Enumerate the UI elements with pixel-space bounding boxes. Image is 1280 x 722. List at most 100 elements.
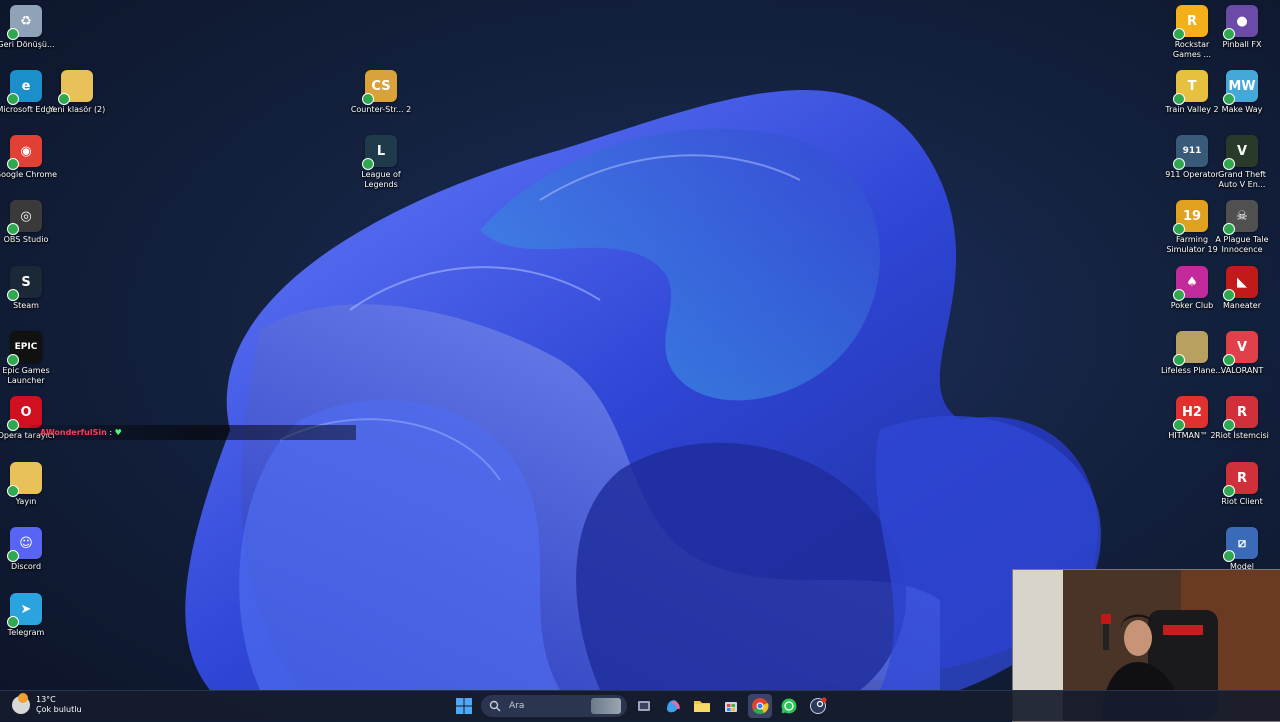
sync-status-icon (1223, 419, 1235, 431)
weather-temperature: 13°C (36, 695, 56, 704)
desktop-icon-steam[interactable]: S Steam (0, 266, 54, 311)
sync-status-icon (1173, 158, 1185, 170)
search-placeholder: Ara (509, 701, 525, 711)
desktop-icon-label: League of Legends (361, 170, 401, 189)
sync-status-icon (7, 485, 19, 497)
store-icon (725, 702, 737, 712)
desktop-icon-riot-istemcisi[interactable]: R Riot İstemcisi (1214, 396, 1270, 441)
desktop-icon-label: Grand Theft Auto V En... (1218, 170, 1266, 189)
sync-status-icon (1223, 223, 1235, 235)
desktop-icon-epic-games[interactable]: EPIC Epic Games Launcher (0, 331, 54, 386)
desktop-icon-make-way[interactable]: MW Make Way (1214, 70, 1270, 115)
sync-status-icon (1223, 28, 1235, 40)
desktop-icon-label: Make Way (1221, 105, 1263, 114)
league-of-legends-icon: L (362, 135, 397, 170)
whatsapp-button[interactable] (777, 694, 801, 718)
desktop-icon-label: Google Chrome (0, 170, 58, 179)
desktop-icon-telegram[interactable]: ➤ Telegram (0, 593, 54, 638)
epic-games-icon: EPIC (7, 331, 42, 366)
desktop-icon-rockstar[interactable]: R Rockstar Games ... (1164, 5, 1220, 60)
desktop-icon-label: A Plague Tale Innocence (1215, 235, 1269, 254)
sync-status-icon (7, 616, 19, 628)
sync-status-icon (7, 28, 19, 40)
counter-strike-icon: CS (362, 70, 397, 105)
pinball-fx-icon: ● (1223, 5, 1258, 40)
desktop-icon-label: Maneater (1222, 301, 1262, 310)
steam-taskbar-button[interactable] (806, 694, 830, 718)
chat-separator: : (109, 428, 113, 437)
desktop-icon-new-folder[interactable]: Yeni klasör (2) (49, 70, 105, 115)
start-button[interactable] (452, 694, 476, 718)
sync-status-icon (7, 289, 19, 301)
discord-icon: ☺ (7, 527, 42, 562)
desktop-icon-obs-studio[interactable]: ◎ OBS Studio (0, 200, 54, 245)
desktop-icon-label: Steam (13, 301, 39, 310)
whatsapp-icon (781, 698, 797, 714)
farming-sim-icon: 19 (1173, 200, 1208, 235)
task-view-button[interactable] (632, 694, 656, 718)
desktop-icon-label: Riot Client (1221, 497, 1263, 506)
desktop-icon-riot-client[interactable]: R Riot Client (1214, 462, 1270, 507)
desktop-icon-label: Geri Dönüşü... (0, 40, 55, 49)
desktop-icon-label: Pinball FX (1222, 40, 1262, 49)
sync-status-icon (1223, 158, 1235, 170)
google-chrome-icon: ◉ (7, 135, 42, 170)
sync-status-icon (1223, 354, 1235, 366)
sync-status-icon (1223, 485, 1235, 497)
desktop-icon-valorant[interactable]: V VALORANT (1214, 331, 1270, 376)
chrome-icon (752, 698, 769, 715)
folder-icon (694, 701, 710, 712)
desktop-icon-label: Riot İstemcisi (1215, 431, 1269, 440)
make-way-icon: MW (1223, 70, 1258, 105)
poker-club-icon: ♠ (1173, 266, 1208, 301)
opera-icon: O (7, 396, 42, 431)
sync-status-icon (1173, 289, 1185, 301)
desktop-icon-discord[interactable]: ☺ Discord (0, 527, 54, 572)
gta-v-icon: V (1223, 135, 1258, 170)
desktop-icon-gta-v[interactable]: V Grand Theft Auto V En... (1214, 135, 1270, 190)
desktop-icon-label: Counter-Str... 2 (350, 105, 412, 114)
desktop-icon-recycle-bin[interactable]: ♻ Geri Dönüşü... (0, 5, 55, 50)
sync-status-icon (1173, 93, 1185, 105)
stream-chat-overlay: AWonderfulSin : ♥ (30, 425, 356, 440)
maneater-icon: ◣ (1223, 266, 1258, 301)
recycle-bin-icon: ♻ (7, 5, 42, 40)
search-highlight-image (591, 698, 621, 714)
911-operator-icon: 911 (1173, 135, 1208, 170)
file-explorer-button[interactable] (690, 694, 714, 718)
sync-status-icon (7, 550, 19, 562)
windows-icon (456, 698, 472, 714)
sync-status-icon (1223, 289, 1235, 301)
desktop-icon-plague-tale[interactable]: ☠ A Plague Tale Innocence (1214, 200, 1270, 255)
desktop-icon-yayin-folder[interactable]: Yayın (0, 462, 54, 507)
desktop-icon-maneater[interactable]: ◣ Maneater (1214, 266, 1270, 311)
riot-istemcisi-icon: R (1223, 396, 1258, 431)
desktop-icon-counter-strike[interactable]: CS Counter-Str... 2 (351, 70, 411, 115)
weather-widget[interactable]: 13°C Çok bulutlu (12, 693, 82, 715)
task-view-icon (638, 701, 650, 711)
weather-description: Çok bulutlu (36, 705, 82, 714)
microsoft-edge-icon: e (7, 70, 42, 105)
desktop-icon-label: Yayın (15, 497, 37, 506)
sync-status-icon (7, 419, 19, 431)
desktop-icon-label: VALORANT (1220, 366, 1264, 375)
sync-status-icon (362, 158, 374, 170)
chat-username: AWonderfulSin (40, 428, 107, 437)
yayin-folder-icon (7, 462, 42, 497)
store-button[interactable] (719, 694, 743, 718)
copilot-button[interactable] (661, 694, 685, 718)
desktop-icon-label: Yeni klasör (2) (48, 105, 106, 114)
chrome-button[interactable] (748, 694, 772, 718)
sync-status-icon (7, 93, 19, 105)
taskbar-search[interactable]: Ara (481, 695, 627, 717)
plague-tale-icon: ☠ (1223, 200, 1258, 235)
desktop-icon-model[interactable]: ⧄ Model (1214, 527, 1270, 572)
cloudy-weather-icon (12, 693, 30, 714)
desktop-icon-google-chrome[interactable]: ◉ Google Chrome (0, 135, 57, 180)
sync-status-icon (1223, 93, 1235, 105)
obs-studio-icon: ◎ (7, 200, 42, 235)
desktop-icon-league-of-legends[interactable]: L League of Legends (353, 135, 409, 190)
model-icon: ⧄ (1223, 527, 1258, 562)
desktop-icon-pinball-fx[interactable]: ● Pinball FX (1214, 5, 1270, 50)
lifeless-planet-icon (1173, 331, 1208, 366)
